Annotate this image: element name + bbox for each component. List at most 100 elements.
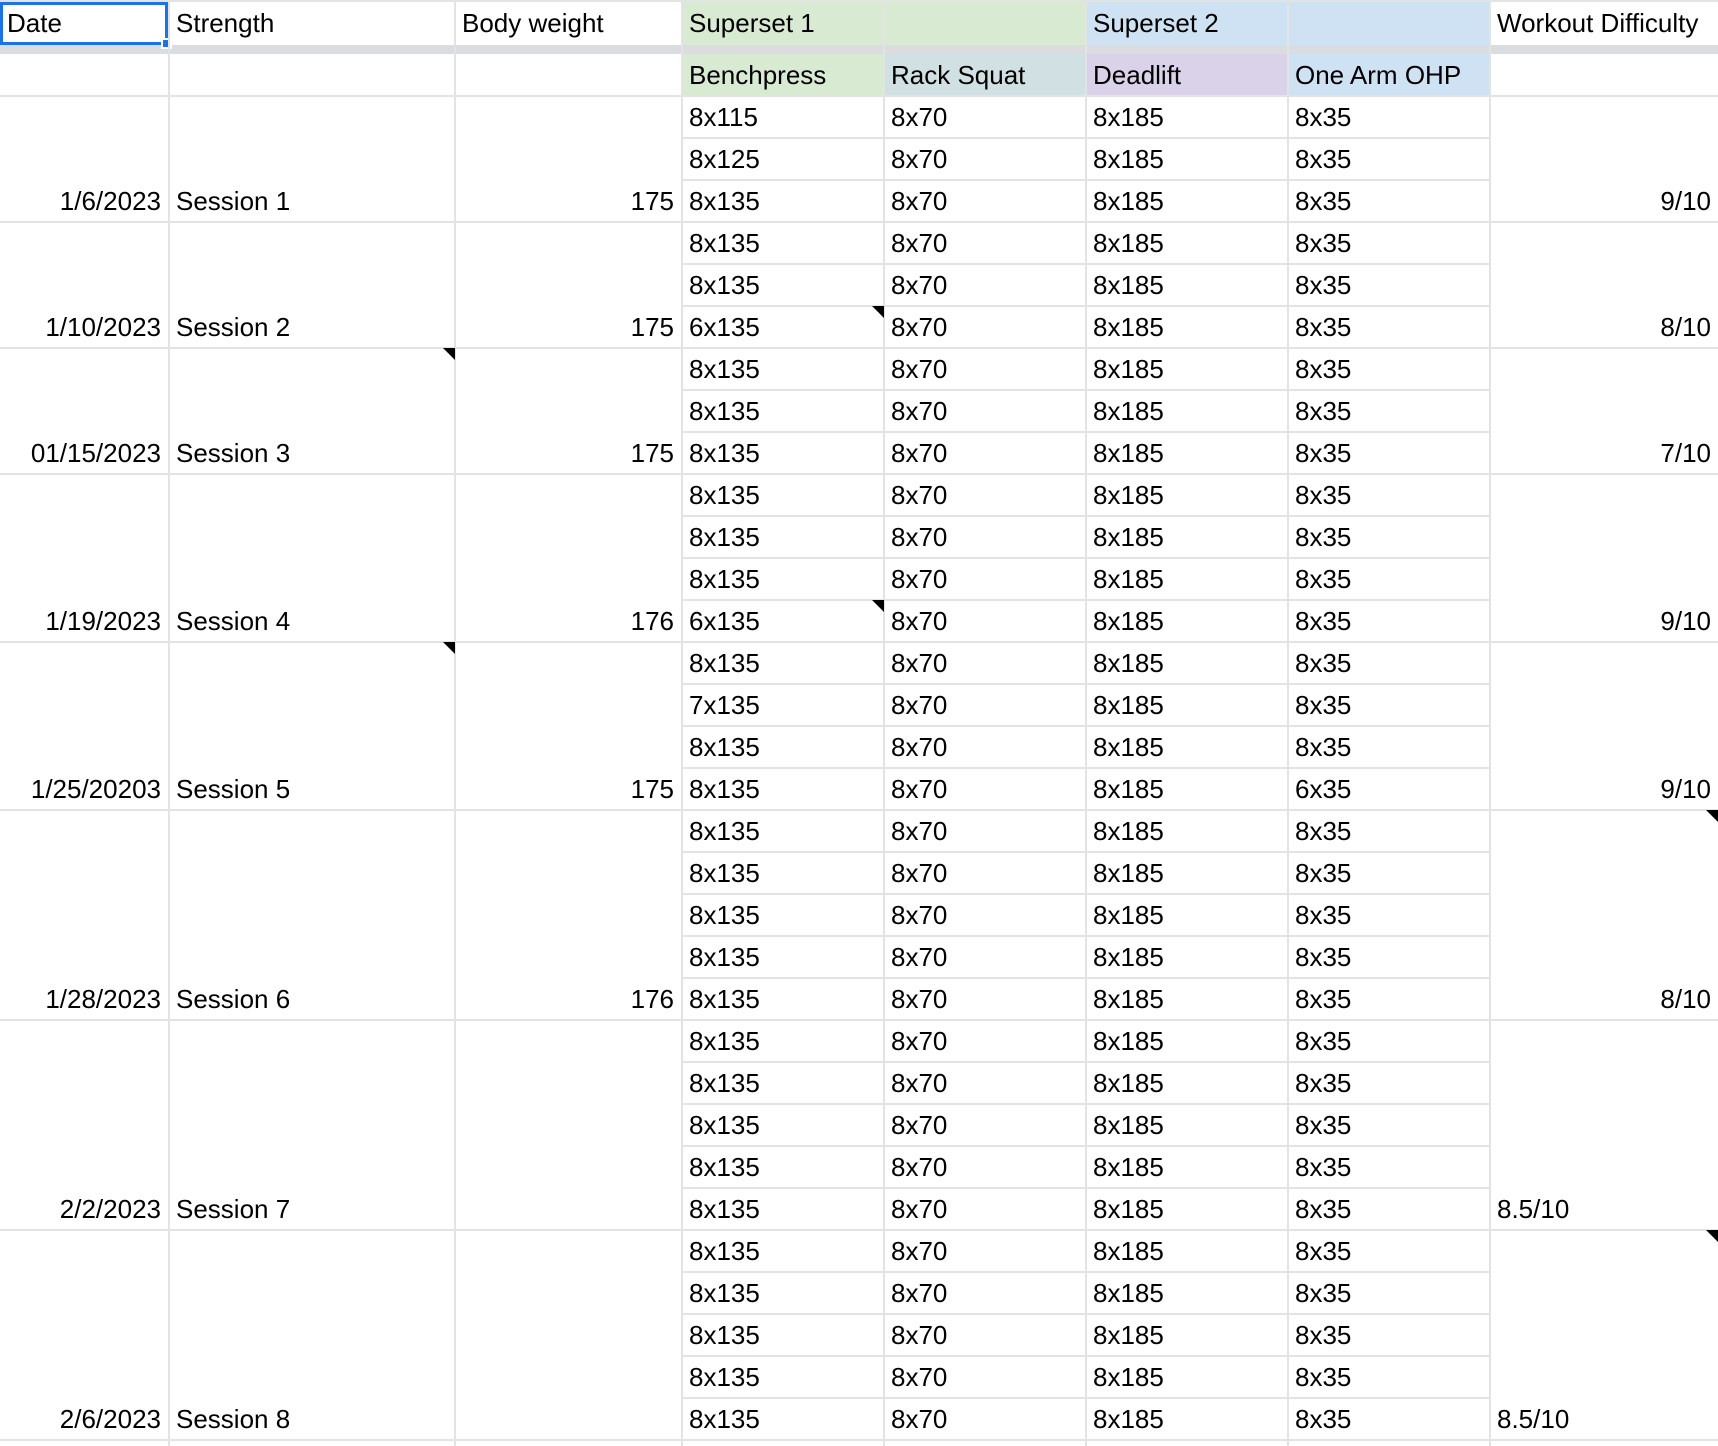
rack-squat-cell[interactable]: 8x70 [884,516,1085,558]
rack-squat-cell[interactable]: 8x70 [884,894,1085,936]
rack-squat-cell[interactable]: 8x70 [884,180,1085,222]
benchpress-cell[interactable]: 8x135 [682,1272,883,1314]
subheader-deadlift-cell[interactable]: Deadlift [1086,54,1287,96]
subheader-rack-squat-cell[interactable]: Rack Squat [884,54,1085,96]
workout-difficulty-cell[interactable]: 7/10 [1490,432,1718,474]
benchpress-cell[interactable]: 8x135 [682,1188,883,1230]
body-weight-cell[interactable]: 176 [455,600,681,642]
benchpress-cell[interactable]: 8x135 [682,180,883,222]
one-arm-ohp-cell[interactable]: 8x35 [1288,1356,1489,1398]
benchpress-cell[interactable]: 8x135 [682,726,883,768]
deadlift-cell[interactable]: 8x185 [1086,306,1287,348]
rack-squat-cell[interactable]: 8x70 [884,1062,1085,1104]
subheader-benchpress-cell[interactable]: Benchpress [682,54,883,96]
deadlift-cell[interactable]: 8x185 [1086,642,1287,684]
one-arm-ohp-cell[interactable]: 8x35 [1288,1314,1489,1356]
body-weight-cell[interactable]: 175 [455,432,681,474]
session-name-cell[interactable]: Session 7 [169,1188,454,1230]
benchpress-cell[interactable]: 8x135 [682,1230,883,1272]
one-arm-ohp-cell[interactable]: 8x35 [1288,180,1489,222]
session-name-cell[interactable]: Session 3 [169,432,454,474]
deadlift-cell[interactable]: 8x185 [1086,1020,1287,1062]
benchpress-cell[interactable]: 7x135 [682,684,883,726]
rack-squat-cell[interactable]: 8x70 [884,768,1085,810]
deadlift-cell[interactable]: 8x185 [1086,1104,1287,1146]
subheader-one-arm-ohp-cell[interactable]: One Arm OHP [1288,54,1489,96]
fill-handle[interactable] [161,38,172,49]
deadlift-cell[interactable]: 8x185 [1086,894,1287,936]
workout-difficulty-cell[interactable]: 9/10 [1490,768,1718,810]
session-name-cell[interactable]: Session 6 [169,978,454,1020]
benchpress-cell[interactable]: 8x135 [682,936,883,978]
rack-squat-cell[interactable]: 8x70 [884,390,1085,432]
rack-squat-cell[interactable]: 8x70 [884,684,1085,726]
rack-squat-cell[interactable]: 8x70 [884,474,1085,516]
deadlift-cell[interactable]: 8x185 [1086,264,1287,306]
workout-difficulty-cell[interactable]: 8/10 [1490,306,1718,348]
one-arm-ohp-cell[interactable]: 8x35 [1288,390,1489,432]
workout-difficulty-cell[interactable]: 9/10 [1490,180,1718,222]
benchpress-cell[interactable]: 8x135 [682,1356,883,1398]
rack-squat-cell[interactable]: 8x70 [884,96,1085,138]
deadlift-cell[interactable]: 8x185 [1086,600,1287,642]
benchpress-cell[interactable]: 8x135 [682,894,883,936]
benchpress-cell[interactable]: 8x135 [682,1062,883,1104]
one-arm-ohp-cell[interactable]: 8x35 [1288,1104,1489,1146]
one-arm-ohp-cell[interactable]: 8x35 [1288,1146,1489,1188]
one-arm-ohp-cell[interactable]: 8x35 [1288,642,1489,684]
workout-difficulty-cell[interactable]: 8.5/10 [1490,1188,1718,1230]
deadlift-cell[interactable]: 8x185 [1086,474,1287,516]
one-arm-ohp-cell[interactable]: 8x35 [1288,432,1489,474]
one-arm-ohp-cell[interactable]: 8x35 [1288,1230,1489,1272]
rack-squat-cell[interactable]: 8x70 [884,852,1085,894]
one-arm-ohp-cell[interactable]: 8x35 [1288,600,1489,642]
cell-note-indicator[interactable] [872,600,884,612]
rack-squat-cell[interactable]: 8x70 [884,1146,1085,1188]
rack-squat-cell[interactable]: 8x70 [884,936,1085,978]
date-cell[interactable]: 1/28/2023 [0,978,168,1020]
deadlift-cell[interactable]: 8x185 [1086,684,1287,726]
one-arm-ohp-cell[interactable]: 8x35 [1288,726,1489,768]
body-weight-cell[interactable]: 175 [455,768,681,810]
body-weight-cell[interactable]: 176 [455,978,681,1020]
rack-squat-cell[interactable]: 8x70 [884,306,1085,348]
one-arm-ohp-cell[interactable]: 8x35 [1288,348,1489,390]
body-weight-cell[interactable]: 175 [455,180,681,222]
one-arm-ohp-cell[interactable]: 8x35 [1288,684,1489,726]
deadlift-cell[interactable]: 8x185 [1086,390,1287,432]
one-arm-ohp-cell[interactable]: 8x35 [1288,1062,1489,1104]
one-arm-ohp-cell[interactable]: 8x35 [1288,1398,1489,1440]
one-arm-ohp-cell[interactable]: 8x35 [1288,474,1489,516]
benchpress-cell[interactable]: 8x135 [682,222,883,264]
benchpress-cell[interactable]: 8x135 [682,432,883,474]
rack-squat-cell[interactable]: 8x70 [884,1188,1085,1230]
cell-note-indicator[interactable] [1706,810,1718,822]
one-arm-ohp-cell[interactable]: 8x35 [1288,558,1489,600]
deadlift-cell[interactable]: 8x185 [1086,1314,1287,1356]
benchpress-cell[interactable]: 8x135 [682,474,883,516]
deadlift-cell[interactable]: 8x185 [1086,810,1287,852]
spreadsheet-grid[interactable]: Date Strength Body weight Superset 1 Sup… [0,0,1718,1446]
cell-note-indicator[interactable] [443,348,455,360]
one-arm-ohp-cell[interactable]: 8x35 [1288,96,1489,138]
deadlift-cell[interactable]: 8x185 [1086,936,1287,978]
benchpress-cell[interactable]: 8x135 [682,1314,883,1356]
benchpress-cell[interactable]: 8x135 [682,1020,883,1062]
rack-squat-cell[interactable]: 8x70 [884,978,1085,1020]
deadlift-cell[interactable]: 8x185 [1086,768,1287,810]
rack-squat-cell[interactable]: 8x70 [884,600,1085,642]
one-arm-ohp-cell[interactable]: 8x35 [1288,264,1489,306]
deadlift-cell[interactable]: 8x185 [1086,1146,1287,1188]
benchpress-cell[interactable]: 8x135 [682,1398,883,1440]
date-cell[interactable]: 1/6/2023 [0,180,168,222]
benchpress-cell[interactable]: 8x135 [682,558,883,600]
benchpress-cell[interactable]: 8x135 [682,810,883,852]
cell-note-indicator[interactable] [1706,1230,1718,1242]
header-workout-difficulty-cell[interactable]: Workout Difficulty [1490,2,1718,45]
one-arm-ohp-cell[interactable]: 8x35 [1288,978,1489,1020]
body-weight-cell[interactable] [455,1398,681,1440]
deadlift-cell[interactable]: 8x185 [1086,180,1287,222]
one-arm-ohp-cell[interactable]: 6x35 [1288,768,1489,810]
date-cell[interactable]: 1/19/2023 [0,600,168,642]
header-body-weight-cell[interactable]: Body weight [455,2,681,45]
